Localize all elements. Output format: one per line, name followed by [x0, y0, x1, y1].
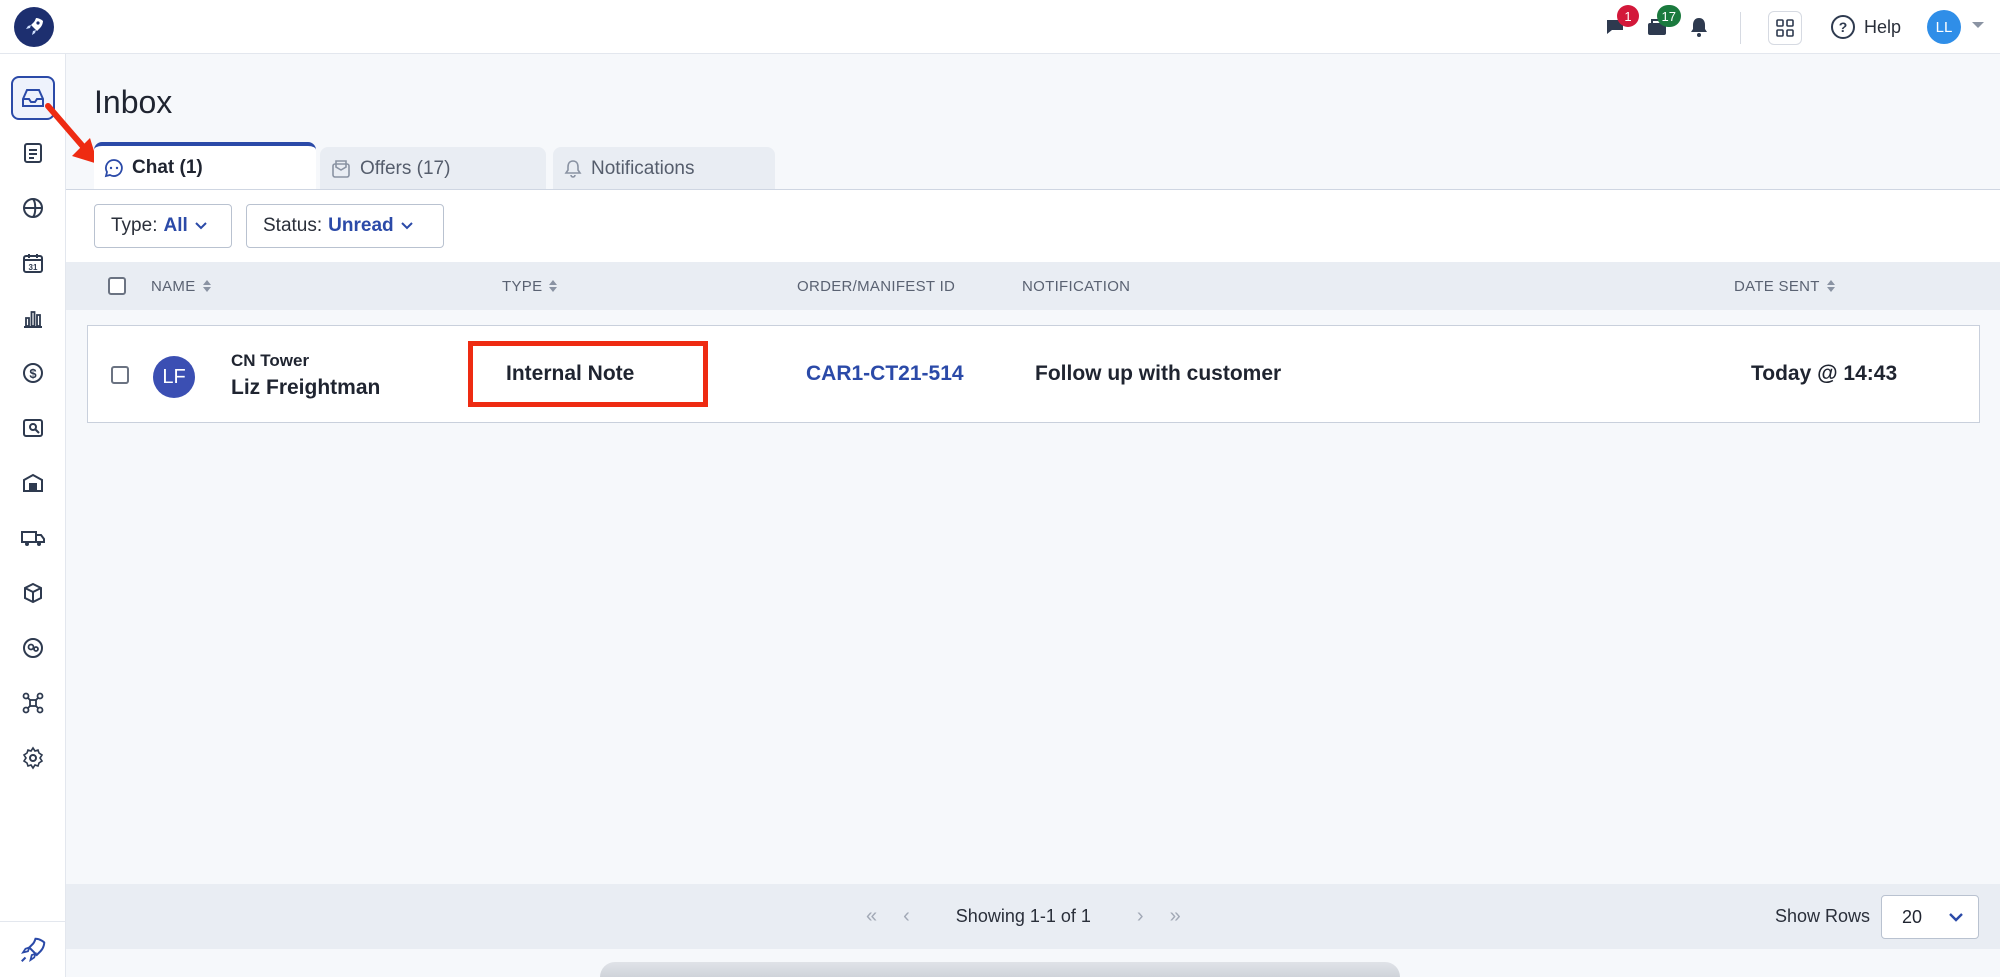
sidebar-item-integrations[interactable]: [11, 681, 55, 725]
column-header-name[interactable]: NAME: [151, 262, 212, 310]
table-row[interactable]: LF CN Tower Liz Freightman Internal Note…: [87, 325, 1980, 423]
filter-bar: Type: All Status: Unread: [66, 190, 2000, 262]
chat-notification-icon[interactable]: 1: [1601, 5, 1639, 41]
top-divider: [1740, 12, 1741, 44]
chevron-down-icon: [195, 222, 207, 230]
chevron-down-icon: [400, 222, 413, 230]
dollar-icon: $: [23, 363, 43, 383]
warehouse-icon: [23, 473, 43, 492]
bottom-scroll-shadow: [600, 962, 1400, 977]
tab-offers[interactable]: Offers (17): [320, 147, 546, 190]
row-company: CN Tower: [231, 351, 310, 370]
sidebar-item-calendar[interactable]: 31: [11, 241, 55, 285]
sidebar: 31 $: [0, 54, 66, 977]
last-page-icon[interactable]: »: [1170, 905, 1181, 928]
calendar-icon: 31: [23, 254, 43, 273]
grid-icon: [1776, 19, 1794, 37]
sidebar-item-settings[interactable]: [11, 736, 55, 780]
network-icon: [22, 692, 44, 714]
select-all-checkbox[interactable]: [108, 262, 126, 310]
column-header-type[interactable]: TYPE: [502, 262, 558, 310]
tab-chat-label: Chat (1): [132, 157, 203, 178]
sidebar-item-contacts[interactable]: [11, 626, 55, 670]
row-checkbox[interactable]: [111, 366, 129, 384]
chat-badge: 1: [1617, 5, 1639, 27]
sort-icon: [202, 280, 211, 292]
sidebar-item-reports[interactable]: [11, 296, 55, 340]
sidebar-item-profiles[interactable]: [11, 406, 55, 450]
sidebar-footer-rocket-icon[interactable]: [0, 921, 66, 977]
type-filter-label: Type:: [111, 215, 158, 236]
rows-per-page-value: 20: [1902, 906, 1923, 927]
first-page-icon[interactable]: «: [866, 905, 877, 928]
rocket-logo-icon[interactable]: [14, 7, 54, 47]
show-rows-label: Show Rows: [1775, 906, 1871, 926]
page-title: Inbox: [94, 84, 173, 120]
tab-notifications-label: Notifications: [591, 157, 695, 179]
offers-notification-icon[interactable]: 17: [1643, 5, 1681, 41]
gear-icon: [22, 746, 44, 770]
chevron-down-icon[interactable]: [1971, 20, 1985, 30]
table-footer: « ‹ Showing 1-1 of 1 › » Show Rows 20: [66, 884, 2000, 949]
rows-per-page-select[interactable]: 20: [1881, 895, 1979, 939]
tab-offers-label: Offers (17): [360, 157, 451, 179]
row-type: Internal Note: [506, 362, 635, 385]
sort-icon: [1826, 280, 1835, 292]
bell-icon: [564, 159, 582, 178]
pagination: « ‹ Showing 1-1 of 1 › »: [866, 884, 1181, 949]
svg-text:?: ?: [1839, 19, 1848, 35]
offers-icon: [332, 159, 350, 178]
tab-chat[interactable]: Chat (1): [94, 142, 316, 190]
truck-icon: [21, 531, 45, 546]
type-filter-value: All: [163, 215, 188, 236]
row-person: Liz Freightman: [231, 376, 381, 399]
help-label: Help: [1864, 16, 1902, 37]
apps-grid-button[interactable]: [1768, 11, 1802, 45]
row-type-highlighted: Internal Note: [468, 341, 708, 407]
type-filter-dropdown[interactable]: Type: All: [94, 204, 232, 248]
profile-search-icon: [23, 419, 43, 437]
row-notification: Follow up with customer: [1035, 362, 1282, 385]
tab-notifications[interactable]: Notifications: [553, 147, 775, 190]
sort-icon: [549, 280, 558, 292]
avatar: LF: [153, 356, 195, 398]
column-header-date-sent[interactable]: DATE SENT: [1734, 262, 1836, 310]
sidebar-item-shipments[interactable]: [11, 516, 55, 560]
user-avatar[interactable]: LL: [1927, 10, 1961, 44]
status-filter-dropdown[interactable]: Status: Unread: [246, 204, 444, 248]
people-icon: [23, 638, 43, 658]
table-header: NAME TYPE ORDER/MANIFEST ID NOTIFICATION…: [66, 262, 2000, 310]
order-id-link[interactable]: CAR1-CT21-514: [806, 362, 964, 386]
next-page-icon[interactable]: ›: [1137, 905, 1144, 928]
sidebar-item-global[interactable]: [11, 186, 55, 230]
offers-badge: 17: [1656, 5, 1681, 27]
status-filter-value: Unread: [328, 215, 394, 236]
bar-chart-icon: [24, 311, 42, 328]
pager-info: Showing 1-1 of 1: [955, 906, 1091, 926]
help-icon: ?: [1831, 15, 1855, 39]
chat-icon: [104, 159, 123, 178]
globe-icon: [23, 198, 43, 218]
top-bar: 1 17 ? Help LL: [0, 0, 2000, 54]
column-header-order-id: ORDER/MANIFEST ID: [797, 277, 956, 295]
svg-text:31: 31: [29, 263, 38, 272]
sidebar-item-products[interactable]: [11, 571, 55, 615]
row-date-sent: Today @ 14:43: [1751, 362, 1898, 385]
box-icon: [24, 582, 42, 604]
status-filter-label: Status:: [263, 215, 323, 236]
bell-icon[interactable]: [1685, 13, 1713, 41]
column-header-notification: NOTIFICATION: [1022, 277, 1131, 295]
prev-page-icon[interactable]: ‹: [903, 905, 910, 928]
chevron-down-icon: [1949, 913, 1963, 922]
sidebar-item-billing[interactable]: $: [11, 351, 55, 395]
sidebar-item-warehouse[interactable]: [11, 461, 55, 505]
svg-text:$: $: [29, 366, 37, 381]
help-button[interactable]: ? Help: [1830, 12, 1901, 42]
